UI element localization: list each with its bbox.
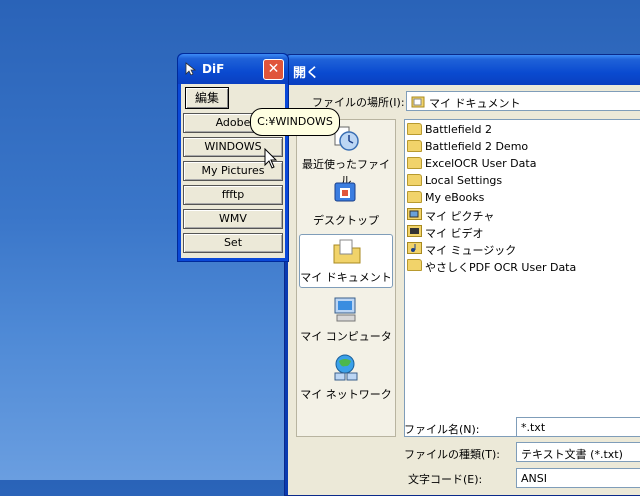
place-my-documents-label: マイ ドキュメント — [300, 271, 392, 284]
places-bar: 最近使ったファイル デスクトップ マイ ドキュメント マイ コンピュータ マイ … — [296, 119, 396, 437]
filetype-label: ファイルの種類(T): — [404, 448, 501, 461]
folder-button-ffftp[interactable]: ffftp — [183, 185, 283, 205]
music-folder-icon — [407, 242, 422, 254]
my-computer-icon — [334, 297, 356, 322]
open-dialog-body: ファイルの場所(I): マイ ドキュメント 最近使ったファイル デスクトップ マ… — [288, 85, 640, 495]
place-desktop-label: デスクトップ — [313, 214, 379, 227]
open-dialog-titlebar[interactable]: 開く — [285, 55, 640, 85]
file-name: My eBooks — [425, 191, 485, 204]
close-button[interactable]: ✕ — [263, 59, 284, 80]
file-list[interactable]: Battlefield 2 Battlefield 2 Demo ExcelOC… — [404, 119, 640, 437]
mouse-cursor-icon — [264, 148, 278, 169]
folder-icon — [407, 157, 422, 169]
place-my-network-label: マイ ネットワーク — [300, 388, 392, 401]
place-my-documents[interactable]: マイ ドキュメント — [299, 234, 393, 288]
folder-button-set[interactable]: Set — [183, 233, 283, 253]
path-tooltip: C:¥WINDOWS — [250, 108, 340, 136]
file-name: Local Settings — [425, 174, 503, 187]
file-name: マイ ミュージック — [425, 244, 517, 257]
pictures-folder-icon — [407, 208, 422, 220]
folder-icon — [407, 191, 422, 203]
desktop-icon — [334, 182, 356, 202]
file-name: Battlefield 2 — [425, 123, 492, 136]
my-network-icon — [334, 354, 358, 381]
my-documents-small-icon — [411, 96, 425, 108]
edit-button[interactable]: 編集 — [185, 87, 229, 109]
folder-icon — [407, 259, 422, 271]
dif-titlebar[interactable]: DiF ✕ — [178, 54, 288, 84]
place-my-network[interactable]: マイ ネットワーク — [299, 352, 393, 406]
look-in-combo[interactable]: マイ ドキュメント — [406, 91, 640, 111]
encoding-select[interactable]: ANSI — [516, 468, 640, 488]
folder-icon — [407, 140, 422, 152]
dif-app-icon — [185, 62, 197, 76]
filename-field[interactable]: *.txt — [516, 417, 640, 437]
look-in-value: マイ ドキュメント — [429, 97, 521, 110]
video-folder-icon — [407, 225, 422, 237]
place-my-computer-label: マイ コンピュータ — [300, 330, 392, 343]
folder-button-wmv[interactable]: WMV — [183, 209, 283, 229]
file-name: マイ ピクチャ — [425, 210, 495, 223]
encoding-label: 文字コード(E): — [408, 473, 483, 486]
filetype-value: テキスト文書 (*.txt) — [521, 448, 623, 461]
my-documents-icon — [333, 239, 361, 264]
close-icon: ✕ — [267, 61, 280, 77]
filename-value: *.txt — [521, 421, 546, 434]
file-name: ExcelOCR User Data — [425, 157, 537, 170]
file-name: マイ ビデオ — [425, 227, 484, 240]
encoding-value: ANSI — [521, 472, 547, 485]
file-name: やさしくPDF OCR User Data — [425, 261, 577, 274]
filetype-select[interactable]: テキスト文書 (*.txt) — [516, 442, 640, 462]
folder-icon — [407, 123, 422, 135]
place-desktop[interactable]: デスクトップ — [299, 178, 393, 232]
file-name: Battlefield 2 Demo — [425, 140, 529, 153]
filename-label: ファイル名(N): — [404, 423, 480, 436]
dif-title: DiF — [202, 62, 225, 76]
open-dialog-title: 開く — [293, 66, 320, 81]
folder-icon — [407, 174, 422, 186]
place-my-computer[interactable]: マイ コンピュータ — [299, 294, 393, 348]
